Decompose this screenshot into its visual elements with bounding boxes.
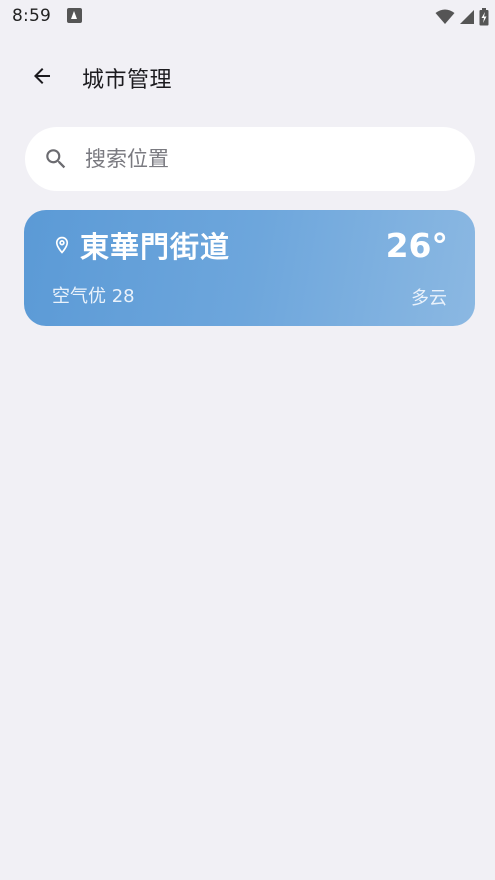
city-management-screen: 8:59 城市管理 搜索位置 東華門街道 26° 空气优 28 多云	[0, 0, 495, 880]
page-title: 城市管理	[82, 68, 173, 93]
cell-signal-icon	[460, 10, 474, 24]
city-name: 東華門街道	[80, 230, 231, 264]
city-weather-condition: 多云	[411, 288, 447, 309]
back-button[interactable]	[22, 56, 62, 96]
status-icons	[435, 8, 489, 26]
city-card[interactable]: 東華門街道 26° 空气优 28 多云	[24, 210, 475, 326]
arrow-back-icon	[34, 68, 50, 84]
search-input[interactable]	[83, 146, 447, 172]
top-app-bar: 城市管理	[0, 50, 495, 102]
city-air-quality: 空气优 28	[52, 286, 135, 307]
status-time: 8:59	[12, 6, 51, 26]
notification-a-icon	[67, 8, 82, 23]
city-temperature: 26°	[385, 226, 448, 265]
status-bar: 8:59	[0, 0, 495, 36]
search-bar[interactable]	[25, 127, 475, 191]
battery-charging-icon	[479, 8, 489, 26]
location-pin-icon	[55, 236, 69, 254]
wifi-icon	[435, 9, 455, 24]
search-icon	[43, 146, 69, 172]
